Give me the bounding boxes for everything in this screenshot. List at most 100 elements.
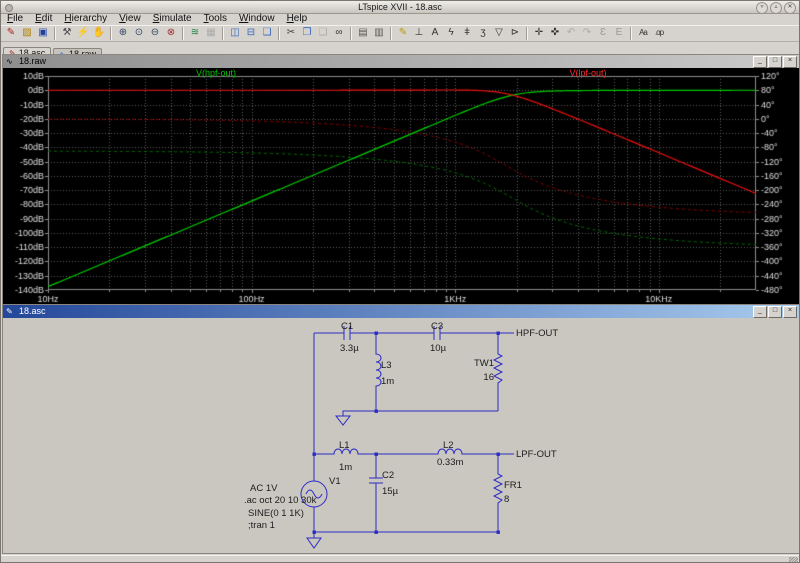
label-FR1-name[interactable]: FR1 [504, 480, 522, 491]
print-icon[interactable]: ▤ [356, 26, 371, 41]
autorange-plot-icon[interactable]: ≋ [188, 26, 203, 41]
new-schematic-icon[interactable]: ✎ [4, 26, 19, 41]
open-icon[interactable]: ▨ [20, 26, 35, 41]
ground-icon[interactable]: ⊥ [412, 26, 427, 41]
schematic-window-icon: ✎ [6, 305, 13, 318]
component-FR1[interactable] [494, 454, 502, 532]
edit-text-right-icon[interactable]: E [612, 26, 627, 41]
spice-directive-icon[interactable]: .op [652, 26, 667, 41]
waveform-plot[interactable] [3, 68, 799, 304]
label-TW1-value[interactable]: 16 [483, 372, 494, 383]
label-L3-name[interactable]: L3 [381, 360, 392, 371]
label-L1-name[interactable]: L1 [339, 440, 350, 451]
drag-icon[interactable]: ✜ [548, 26, 563, 41]
toolbar-separator [182, 27, 184, 40]
label-V1-name[interactable]: V1 [329, 476, 341, 487]
window-title: LTspice XVII - 18.asc [358, 2, 442, 12]
copy-icon[interactable]: ❐ [300, 26, 315, 41]
schematic-canvas[interactable]: C1 3.3µ C3 10µ L3 1m TW1 16 HPF-OUT L1 1… [3, 318, 799, 554]
annotation-directive[interactable]: .ac oct 20 10 30k [244, 495, 317, 506]
label-L2-name[interactable]: L2 [443, 440, 454, 451]
menu-edit[interactable]: Edit [29, 13, 58, 25]
tile-vertical-icon[interactable]: ⊟ [244, 26, 259, 41]
schematic-minimize-button[interactable]: _ [753, 306, 767, 318]
menu-view[interactable]: View [113, 13, 147, 25]
schematic-window-titlebar[interactable]: ✎ 18.asc _□× [3, 305, 799, 318]
cascade-windows-icon[interactable]: ❏ [260, 26, 275, 41]
net-label-lpf-out[interactable]: LPF-OUT [516, 449, 557, 460]
menu-window[interactable]: Window [233, 13, 281, 25]
label-C2-value[interactable]: 15µ [382, 486, 399, 497]
label-L1-value[interactable]: 1m [339, 462, 352, 473]
component-L2[interactable] [376, 449, 498, 454]
toolbar-separator [110, 27, 112, 40]
toolbar-separator [526, 27, 528, 40]
zoom-out-icon[interactable]: ⊖ [148, 26, 163, 41]
component-icon[interactable]: ⊳ [508, 26, 523, 41]
waveform-window-titlebar[interactable]: ∿ 18.raw _□× [3, 55, 799, 68]
toolbar-separator [350, 27, 352, 40]
annotation-tran[interactable]: ;tran 1 [248, 520, 275, 531]
run-icon[interactable]: ⚡ [76, 26, 91, 41]
label-C3-value[interactable]: 10µ [430, 343, 447, 354]
schematic-close-button[interactable]: × [783, 306, 797, 318]
menu-file[interactable]: File [1, 13, 29, 25]
waveform-minimize-button[interactable]: _ [753, 56, 767, 68]
cut-icon[interactable]: ✂ [284, 26, 299, 41]
toolbar-separator [54, 27, 56, 40]
find-icon[interactable]: ∞ [332, 26, 347, 41]
trace-label-hpf-out[interactable]: V(hpf-out) [171, 69, 261, 77]
label-FR1-value[interactable]: 8 [504, 494, 509, 505]
wire-icon[interactable]: ✎ [396, 26, 411, 41]
text-icon[interactable]: Aa [636, 26, 651, 41]
undo-icon[interactable]: ↶ [564, 26, 579, 41]
menu-simulate[interactable]: Simulate [147, 13, 198, 25]
zoom-full-extents-icon[interactable]: ⊗ [164, 26, 179, 41]
halt-icon[interactable]: ✋ [92, 26, 107, 41]
menu-hierarchy[interactable]: Hierarchy [58, 13, 113, 25]
waveform-window-title: 18.raw [19, 56, 46, 66]
schematic-maximize-button[interactable]: □ [768, 306, 782, 318]
label-L3-value[interactable]: 1m [381, 376, 394, 387]
tile-horizontal-icon[interactable]: ◫ [228, 26, 243, 41]
resistor-icon[interactable]: ϟ [444, 26, 459, 41]
trace-label-lpf-out[interactable]: V(lpf-out) [543, 69, 633, 77]
annotation-ac[interactable]: AC 1V [250, 483, 278, 494]
component-C2[interactable] [369, 454, 383, 532]
zoom-back-icon[interactable]: ⊙ [132, 26, 147, 41]
label-C3-name[interactable]: C3 [431, 321, 443, 332]
ground-symbol-top[interactable] [336, 416, 350, 425]
control-panel-icon[interactable]: ⚒ [60, 26, 75, 41]
label-C2-name[interactable]: C2 [382, 470, 394, 481]
net-label-icon[interactable]: A [428, 26, 443, 41]
menu-tools[interactable]: Tools [198, 13, 233, 25]
move-icon[interactable]: ✛ [532, 26, 547, 41]
waveform-maximize-button[interactable]: □ [768, 56, 782, 68]
label-C1-name[interactable]: C1 [341, 321, 353, 332]
diode-icon[interactable]: ▽ [492, 26, 507, 41]
resize-grip[interactable] [789, 557, 798, 563]
annotation-sine[interactable]: SINE(0 1 1K) [248, 508, 304, 519]
plot-settings-icon[interactable]: ▦ [204, 26, 219, 41]
wire-top-gnd[interactable] [343, 411, 498, 416]
capacitor-icon[interactable]: ǂ [460, 26, 475, 41]
zoom-in-icon[interactable]: ⊕ [116, 26, 131, 41]
label-TW1-name[interactable]: TW1 [474, 358, 494, 369]
edit-text-left-icon[interactable]: Ɛ [596, 26, 611, 41]
tab-bar: ✎18.asc∿18.raw [1, 42, 799, 54]
redo-icon[interactable]: ↷ [580, 26, 595, 41]
inductor-icon[interactable]: ʒ [476, 26, 491, 41]
paste-icon[interactable]: ❑ [316, 26, 331, 41]
component-L3[interactable] [376, 333, 381, 411]
component-V1[interactable] [301, 481, 327, 532]
component-TW1[interactable] [494, 333, 502, 411]
net-label-hpf-out[interactable]: HPF-OUT [516, 328, 558, 339]
menu-help[interactable]: Help [281, 13, 314, 25]
label-L2-value[interactable]: 0.33m [437, 457, 463, 468]
waveform-close-button[interactable]: × [783, 56, 797, 68]
save-icon[interactable]: ▣ [36, 26, 51, 41]
ground-symbol-bottom[interactable] [307, 538, 321, 548]
print-setup-icon[interactable]: ▥ [372, 26, 387, 41]
label-C1-value[interactable]: 3.3µ [340, 343, 359, 354]
toolbar-separator [390, 27, 392, 40]
